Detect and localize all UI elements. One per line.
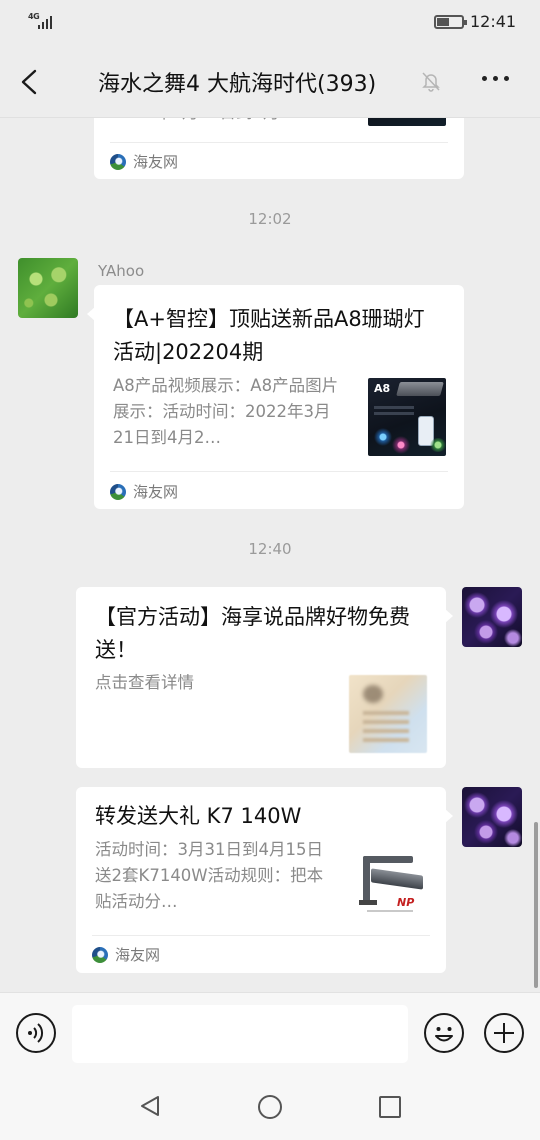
battery-icon xyxy=(434,15,467,29)
source-logo-icon xyxy=(110,153,126,170)
card-divider xyxy=(110,471,448,472)
chat-timestamp: 12:02 xyxy=(248,210,292,228)
thumb-label: A8 xyxy=(374,382,391,395)
message-card[interactable]: 转发送大礼 K7 140W 活动时间：3月31日到4月15日送2套K7140W活… xyxy=(76,787,453,973)
card-divider xyxy=(92,935,430,936)
card-source: 海友网 xyxy=(110,481,178,502)
sender-name: YAhoo xyxy=(98,262,145,280)
nav-recents-icon[interactable] xyxy=(379,1096,401,1118)
back-chevron-icon[interactable] xyxy=(18,68,42,96)
card-source: 海友网 xyxy=(92,944,160,965)
card-desc: 活动时间：3月31日到4月15日送2套K7140W活动规则：把本贴活动分… xyxy=(95,840,324,911)
nav-back-icon[interactable] xyxy=(138,1094,162,1118)
message-card[interactable]: 【A+智控】顶贴送新品A8珊瑚灯活动|202204期 A8产品视频展示：A8产品… xyxy=(87,285,464,509)
chat-title: 海水之舞4 大航海时代(393) xyxy=(98,72,377,97)
plus-icon[interactable] xyxy=(484,1013,524,1053)
card-source: 海友网 xyxy=(110,151,178,172)
bell-muted-icon xyxy=(422,72,440,92)
source-logo-icon xyxy=(110,483,126,500)
card-title: 【A+智控】顶贴送新品A8珊瑚灯活动|202204期 xyxy=(113,307,425,364)
card-desc: A8产品视频展示：A8产品图片展示：活动时间：2022年3月21日到4月2… xyxy=(113,376,339,447)
source-label: 海友网 xyxy=(115,946,161,964)
system-nav-bar xyxy=(0,1072,540,1140)
input-bar xyxy=(0,992,540,1072)
message-input[interactable] xyxy=(72,1005,408,1063)
signal-icon: 4G xyxy=(28,12,58,32)
emoji-icon[interactable] xyxy=(424,1013,464,1053)
avatar[interactable] xyxy=(18,258,78,318)
avatar[interactable] xyxy=(462,787,522,847)
card-thumbnail: NP xyxy=(349,844,427,922)
card-divider xyxy=(110,142,448,143)
card-thumbnail: A8 xyxy=(368,378,446,456)
card-desc: 点击查看详情 xyxy=(95,673,194,692)
voice-icon[interactable] xyxy=(16,1013,56,1053)
chat-timestamp: 12:40 xyxy=(248,540,292,558)
nav-home-icon[interactable] xyxy=(258,1095,282,1119)
status-bar: 4G 12:41 xyxy=(0,0,540,44)
scrollbar[interactable] xyxy=(534,822,538,988)
status-time: 12:41 xyxy=(470,12,517,31)
card-title: 转发送大礼 K7 140W xyxy=(95,804,302,828)
source-label: 海友网 xyxy=(133,483,179,501)
chat-header: 海水之舞4 大航海时代(393) xyxy=(0,44,540,118)
card-title: 【官方活动】海享说品牌好物免费送！ xyxy=(95,605,410,662)
source-logo-icon xyxy=(92,946,108,963)
source-label: 海友网 xyxy=(133,153,179,171)
card-thumbnail xyxy=(349,675,427,753)
avatar[interactable] xyxy=(462,587,522,647)
message-card[interactable]: 【官方活动】海享说品牌好物免费送！ 点击查看详情 xyxy=(76,587,453,768)
thumb-logo: NP xyxy=(397,896,415,909)
more-dots-icon[interactable] xyxy=(482,76,509,81)
